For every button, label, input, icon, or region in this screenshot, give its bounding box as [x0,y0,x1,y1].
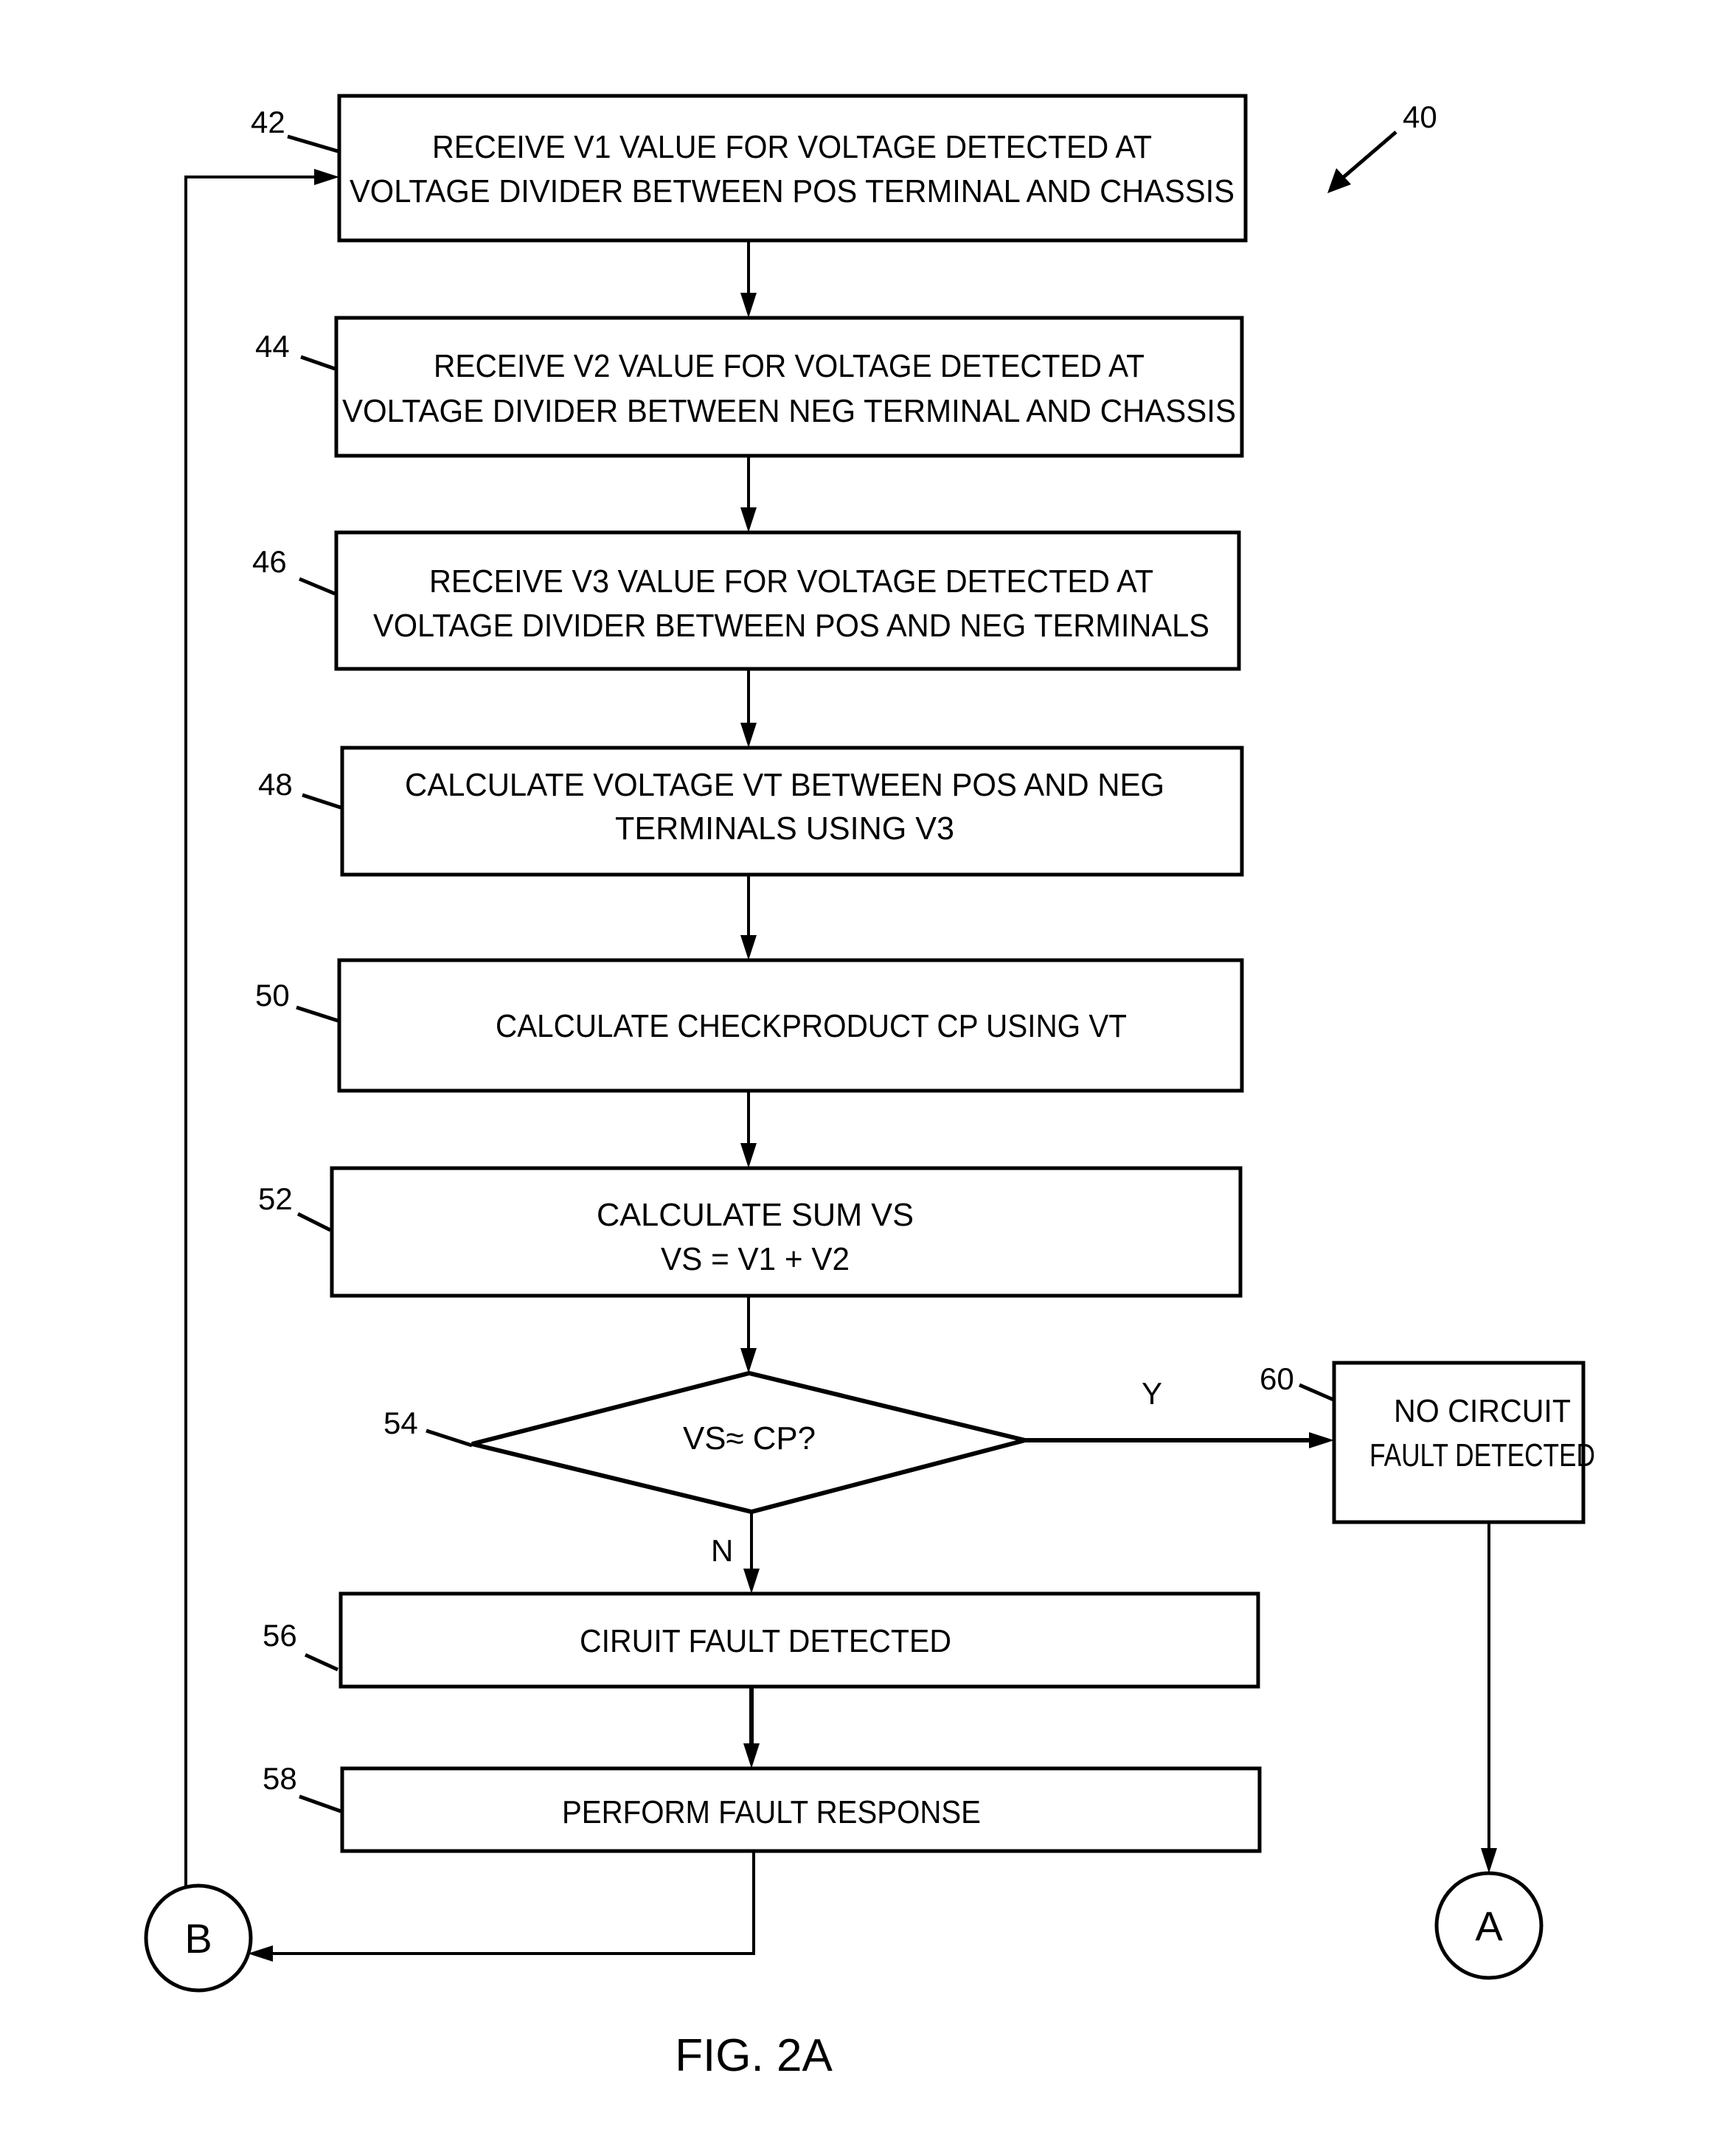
step-48-line-2: TERMINALS USING V3 [615,810,954,847]
decision-54-question: VS≈ CP? [683,1420,816,1456]
step-60-line-1: NO CIRCUIT [1394,1393,1571,1429]
arrowhead-54-56 [743,1569,760,1594]
step-44-line-1: RECEIVE V2 VALUE FOR VOLTAGE DETECTED AT [434,348,1145,384]
step-60-line-2: FAULT DETECTED [1369,1437,1595,1473]
connector-a-label: A [1475,1903,1503,1949]
arrowhead-52-54 [740,1348,757,1373]
step-50-ref: 50 [255,978,290,1013]
step-50-leader [296,1005,338,1023]
flowchart-figure: 40 RECEIVE V1 VALUE FOR VOLTAGE DETECTED… [144,94,1595,2081]
decision-54: VS≈ CP? 54 Y N [383,1370,1162,1568]
arrowhead-50-52 [740,1143,757,1168]
connector-b-label: B [184,1915,212,1962]
decision-54-leader [426,1428,473,1448]
step-56-ref: 56 [263,1618,297,1653]
arrowhead-56-58 [743,1743,760,1768]
step-46-box [334,530,1241,671]
step-52: CALCULATE SUM VS VS = V1 + V2 52 [258,1166,1243,1298]
connector-a: A [1434,1871,1544,1980]
step-56: CIRUIT FAULT DETECTED 56 [263,1591,1260,1689]
figure-reference-number: 40 [1403,100,1437,134]
decision-yes-label: Y [1142,1376,1162,1411]
figure-reference-arrow-line [1342,131,1398,178]
step-46-line-1: RECEIVE V3 VALUE FOR VOLTAGE DETECTED AT [429,563,1153,600]
step-42: RECEIVE V1 VALUE FOR VOLTAGE DETECTED AT… [251,94,1248,243]
arrowhead-44-46 [740,507,757,532]
step-58-line-1: PERFORM FAULT RESPONSE [562,1794,981,1830]
step-52-leader [296,1212,332,1232]
step-42-leader [287,134,338,153]
decision-no-label: N [711,1533,733,1568]
step-60-ref: 60 [1260,1361,1294,1396]
step-46: RECEIVE V3 VALUE FOR VOLTAGE DETECTED AT… [252,530,1241,671]
step-42-box [337,94,1248,243]
step-60-leader [1299,1383,1334,1402]
arrowhead-46-48 [740,723,757,748]
step-46-ref: 46 [252,544,287,579]
step-50: CALCULATE CHECKPRODUCT CP USING VT 50 [255,958,1244,1093]
step-42-ref: 42 [251,105,285,139]
step-46-leader [299,577,336,596]
arrowhead-42-44 [740,293,757,318]
figure-caption: FIG. 2A [675,2030,833,2081]
step-58-ref: 58 [263,1761,297,1796]
step-48-ref: 48 [258,767,293,802]
step-44-line-2: VOLTAGE DIVIDER BETWEEN NEG TERMINAL AND… [342,393,1236,429]
step-48: CALCULATE VOLTAGE VT BETWEEN POS AND NEG… [258,746,1244,877]
arrowhead-60-a [1481,1848,1497,1873]
step-48-leader [302,793,341,810]
step-52-line-1: CALCULATE SUM VS [597,1197,914,1233]
step-46-line-2: VOLTAGE DIVIDER BETWEEN POS AND NEG TERM… [373,608,1209,644]
step-56-leader [304,1653,339,1672]
arrowhead-48-50 [740,935,757,960]
arrowhead-b-42 [314,169,339,185]
step-44: RECEIVE V2 VALUE FOR VOLTAGE DETECTED AT… [255,316,1244,458]
flow-line-58-b [271,1851,755,1955]
step-50-line-1: CALCULATE CHECKPRODUCT CP USING VT [496,1008,1127,1044]
step-52-line-2: VS = V1 + V2 [661,1241,850,1277]
step-44-leader [300,355,336,371]
connector-b: B [144,1883,253,1993]
step-58-leader [299,1794,341,1813]
decision-54-ref: 54 [383,1406,418,1440]
step-44-box [334,316,1244,458]
step-42-line-1: RECEIVE V1 VALUE FOR VOLTAGE DETECTED AT [432,129,1152,165]
step-44-ref: 44 [255,329,290,364]
step-56-line-1: CIRUIT FAULT DETECTED [580,1623,951,1659]
step-48-line-1: CALCULATE VOLTAGE VT BETWEEN POS AND NEG [405,767,1164,803]
step-42-line-2: VOLTAGE DIVIDER BETWEEN POS TERMINAL AND… [350,173,1235,209]
step-58: PERFORM FAULT RESPONSE 58 [263,1761,1262,1853]
step-52-ref: 52 [258,1181,293,1216]
arrowhead-54-60 [1309,1432,1334,1448]
